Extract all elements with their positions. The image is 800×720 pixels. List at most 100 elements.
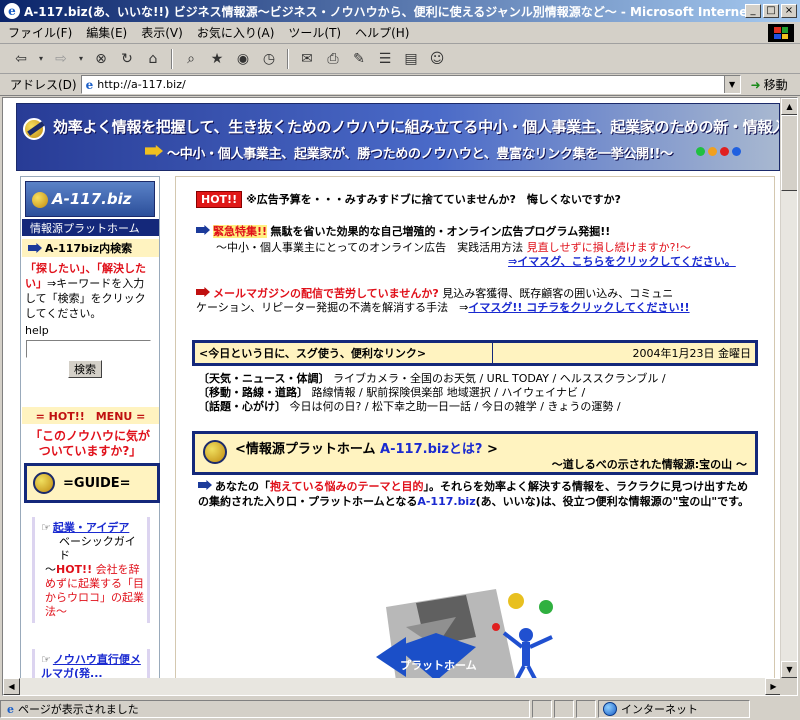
horizontal-scrollbar[interactable]: ◀ ▶ <box>3 678 782 695</box>
search-icon[interactable]: ⌕ <box>180 48 202 70</box>
idea-subtitle: ベーシックガイド <box>59 535 136 562</box>
header-banner: 効率よく情報を把握して、生き抜くためのノウハウに組み立てる中小・個人事業主、起業… <box>16 103 780 171</box>
scroll-up-icon[interactable]: ▲ <box>781 98 797 115</box>
idea-link[interactable]: 起業・アイデア <box>53 521 129 534</box>
special-subtitle: 〜中小・個人事業主にとってのオンライン広告 実践活用方法 <box>216 241 524 254</box>
platform-illustration: プラットホーム <box>376 577 576 681</box>
ad-warning: ※広告予算を・・・みすみすドブに捨てていませんか? 悔しくないですか? <box>246 193 621 206</box>
favorites-icon[interactable]: ★ <box>206 48 228 70</box>
about-box: <情報源プラットホーム A-117.bizとは? > 〜道しるべの示された情報源… <box>192 431 758 475</box>
search-button[interactable]: 検索 <box>68 360 102 378</box>
mail-line-2: ケーション、リピーター発掘の不満を解消する手法 ⇒イマスグ!! コチラをクリック… <box>196 299 690 315</box>
title-bar: e A-117.biz(あ、いいな!!) ビジネス情報源〜ビジネス・ノウハウから… <box>0 0 800 22</box>
main-content: HOT!! ※広告予算を・・・みすみすドブに捨てていませんか? 悔しくないですか?… <box>175 176 775 681</box>
search-input[interactable] <box>26 340 151 358</box>
status-message: e ページが表示されました <box>0 700 530 718</box>
menu-view[interactable]: 表示(V) <box>141 24 183 41</box>
refresh-icon[interactable]: ↻ <box>116 48 138 70</box>
media-icon[interactable]: ◉ <box>232 48 254 70</box>
knowhow-link[interactable]: ノウハウ直行便メルマガ(発... <box>41 653 141 680</box>
page-icon: e <box>85 77 94 92</box>
web-page: 効率よく情報を把握して、生き抜くためのノウハウに組み立てる中小・個人事業主、起業… <box>3 98 782 681</box>
special-line: 緊急特集!! 無駄を省いた効果的な自己増殖的・オンライン広告プログラム発掘!! <box>196 223 610 239</box>
special-link-line: ⇒イマスグ、こちらをクリックしてください。 <box>508 253 736 269</box>
toolbar: ⇦ ▾ ⇨ ▾ ⊗ ↻ ⌂ ⌕ ★ ◉ ◷ ✉ ⎙ ✎ ☰ ▤ ☺ <box>0 44 800 74</box>
history-icon[interactable]: ◷ <box>258 48 280 70</box>
home-icon[interactable]: ⌂ <box>142 48 164 70</box>
arrow-icon <box>145 145 163 157</box>
dropdown-icon[interactable]: ▾ <box>76 48 86 70</box>
hot-badge: HOT!! <box>196 191 243 208</box>
arrow-icon <box>196 225 210 235</box>
content-viewport: 効率よく情報を把握して、生き抜くためのノウハウに組み立てる中小・個人事業主、起業… <box>2 97 798 696</box>
intro-paragraph: あなたの「抱えている悩みのテーマと目的」。それらを効率よく解決する情報を、ラクラ… <box>198 480 750 508</box>
menu-bar: ファイル(F) 編集(E) 表示(V) お気に入り(A) ツール(T) ヘルプ(… <box>0 22 800 44</box>
platform-label: プラットホーム <box>400 658 477 672</box>
window-title: A-117.biz(あ、いいな!!) ビジネス情報源〜ビジネス・ノウハウから、便… <box>24 4 745 19</box>
site-logo[interactable]: A-117.biz <box>25 181 155 217</box>
status-bar: e ページが表示されました インターネット <box>0 698 800 720</box>
research-icon[interactable]: ▤ <box>400 48 422 70</box>
security-zone: インターネット <box>598 700 750 718</box>
go-button[interactable]: ➜ 移動 <box>751 76 788 93</box>
special-title: 無駄を省いた効果的な自己増殖的・オンライン広告プログラム発掘!! <box>270 225 611 238</box>
decorative-dots <box>696 147 741 156</box>
close-button[interactable]: × <box>781 4 797 18</box>
platform-heading[interactable]: 情報源プラットホーム <box>22 219 159 236</box>
logo-ball-icon <box>32 192 48 208</box>
forward-icon[interactable]: ⇨ <box>50 48 72 70</box>
hot-menu-strip: = HOT!! MENU = <box>22 407 159 424</box>
mail-desc2: ケーション、リピーター発掘の不満を解消する手法 ⇒ <box>196 301 469 314</box>
topics-links[interactable]: 今日は何の日? / 松下幸之助一日一話 / 今日の雑学 / きょうの運勢 / <box>290 400 621 413</box>
back-icon[interactable]: ⇦ <box>10 48 32 70</box>
arrow-icon <box>28 243 42 253</box>
print-icon[interactable]: ⎙ <box>322 48 344 70</box>
search-heading: A-117biz内検索 <box>22 239 159 257</box>
scroll-left-icon[interactable]: ◀ <box>3 678 20 695</box>
search-field-label: help <box>25 324 49 337</box>
menu-file[interactable]: ファイル(F) <box>8 24 72 41</box>
menu-tools[interactable]: ツール(T) <box>288 24 341 41</box>
messenger-icon[interactable]: ☺ <box>426 48 448 70</box>
special-link[interactable]: ⇒イマスグ、こちらをクリックしてください。 <box>508 255 736 268</box>
dropdown-icon[interactable]: ▾ <box>36 48 46 70</box>
maximize-button[interactable]: □ <box>763 4 779 18</box>
left-sidebar: A-117.biz 情報源プラットホーム A-117biz内検索 「探したい」、… <box>20 176 160 681</box>
address-bar: アドレス(D) e http://a-117.biz/ ▼ ➜ 移動 <box>0 74 800 96</box>
notice-text: 「このノウハウに気がついていますか?」 <box>29 429 150 458</box>
address-url: http://a-117.biz/ <box>97 78 186 91</box>
knowhow-panel: ☞ ノウハウ直行便メルマガ(発... <box>32 649 150 681</box>
today-label: <今日という日に、スグ使う、便利なリンク> <box>195 343 493 363</box>
pointing-hand-icon: ☞ <box>41 521 51 534</box>
hot-label: HOT!! <box>56 563 93 576</box>
special-label: 緊急特集!! <box>213 225 268 238</box>
banner-subline: 〜中小・個人事業主、起業家が、勝つためのノウハウと、豊富なリンク集を一挙公開!!… <box>167 147 673 162</box>
menu-favorites[interactable]: お気に入り(A) <box>197 24 275 41</box>
minimize-button[interactable]: _ <box>745 4 761 18</box>
guide-ball-icon <box>33 472 55 494</box>
arrow-icon <box>198 480 212 490</box>
windows-logo-icon <box>768 24 794 42</box>
globe-icon <box>603 702 617 716</box>
mail-icon[interactable]: ✉ <box>296 48 318 70</box>
about-title: <情報源プラットホーム A-117.bizとは? > <box>235 442 498 457</box>
menu-edit[interactable]: 編集(E) <box>86 24 127 41</box>
vertical-scrollbar[interactable]: ▲ ▼ <box>780 98 797 678</box>
banner-headline: 効率よく情報を把握して、生き抜くためのノウハウに組み立てる中小・個人事業主、起業… <box>53 118 780 136</box>
menu-help[interactable]: ヘルプ(H) <box>355 24 409 41</box>
pointing-hand-icon: ☞ <box>41 653 51 666</box>
scroll-thumb[interactable] <box>781 115 797 191</box>
scroll-down-icon[interactable]: ▼ <box>781 661 797 678</box>
idea-panel: ☞ 起業・アイデア ベーシックガイド 〜HOT!! 会社を辞めずに起業する「目から… <box>32 517 150 623</box>
address-input[interactable]: e http://a-117.biz/ ▼ <box>80 75 741 94</box>
guide-box[interactable]: =GUIDE= <box>24 463 160 503</box>
stop-icon[interactable]: ⊗ <box>90 48 112 70</box>
edit-icon[interactable]: ✎ <box>348 48 370 70</box>
logo-ball-icon <box>203 440 227 464</box>
ad-warning-line: HOT!! ※広告予算を・・・みすみすドブに捨てていませんか? 悔しくないですか? <box>196 191 621 208</box>
address-dropdown-icon[interactable]: ▼ <box>723 76 740 93</box>
discuss-icon[interactable]: ☰ <box>374 48 396 70</box>
category-topics: 〔話題・心がけ〕 今日は何の日? / 松下幸之助一日一話 / 今日の雑学 / き… <box>198 400 621 413</box>
mail-link[interactable]: イマスグ!! コチラをクリックしてください!! <box>468 301 689 314</box>
address-label: アドレス(D) <box>10 78 77 92</box>
